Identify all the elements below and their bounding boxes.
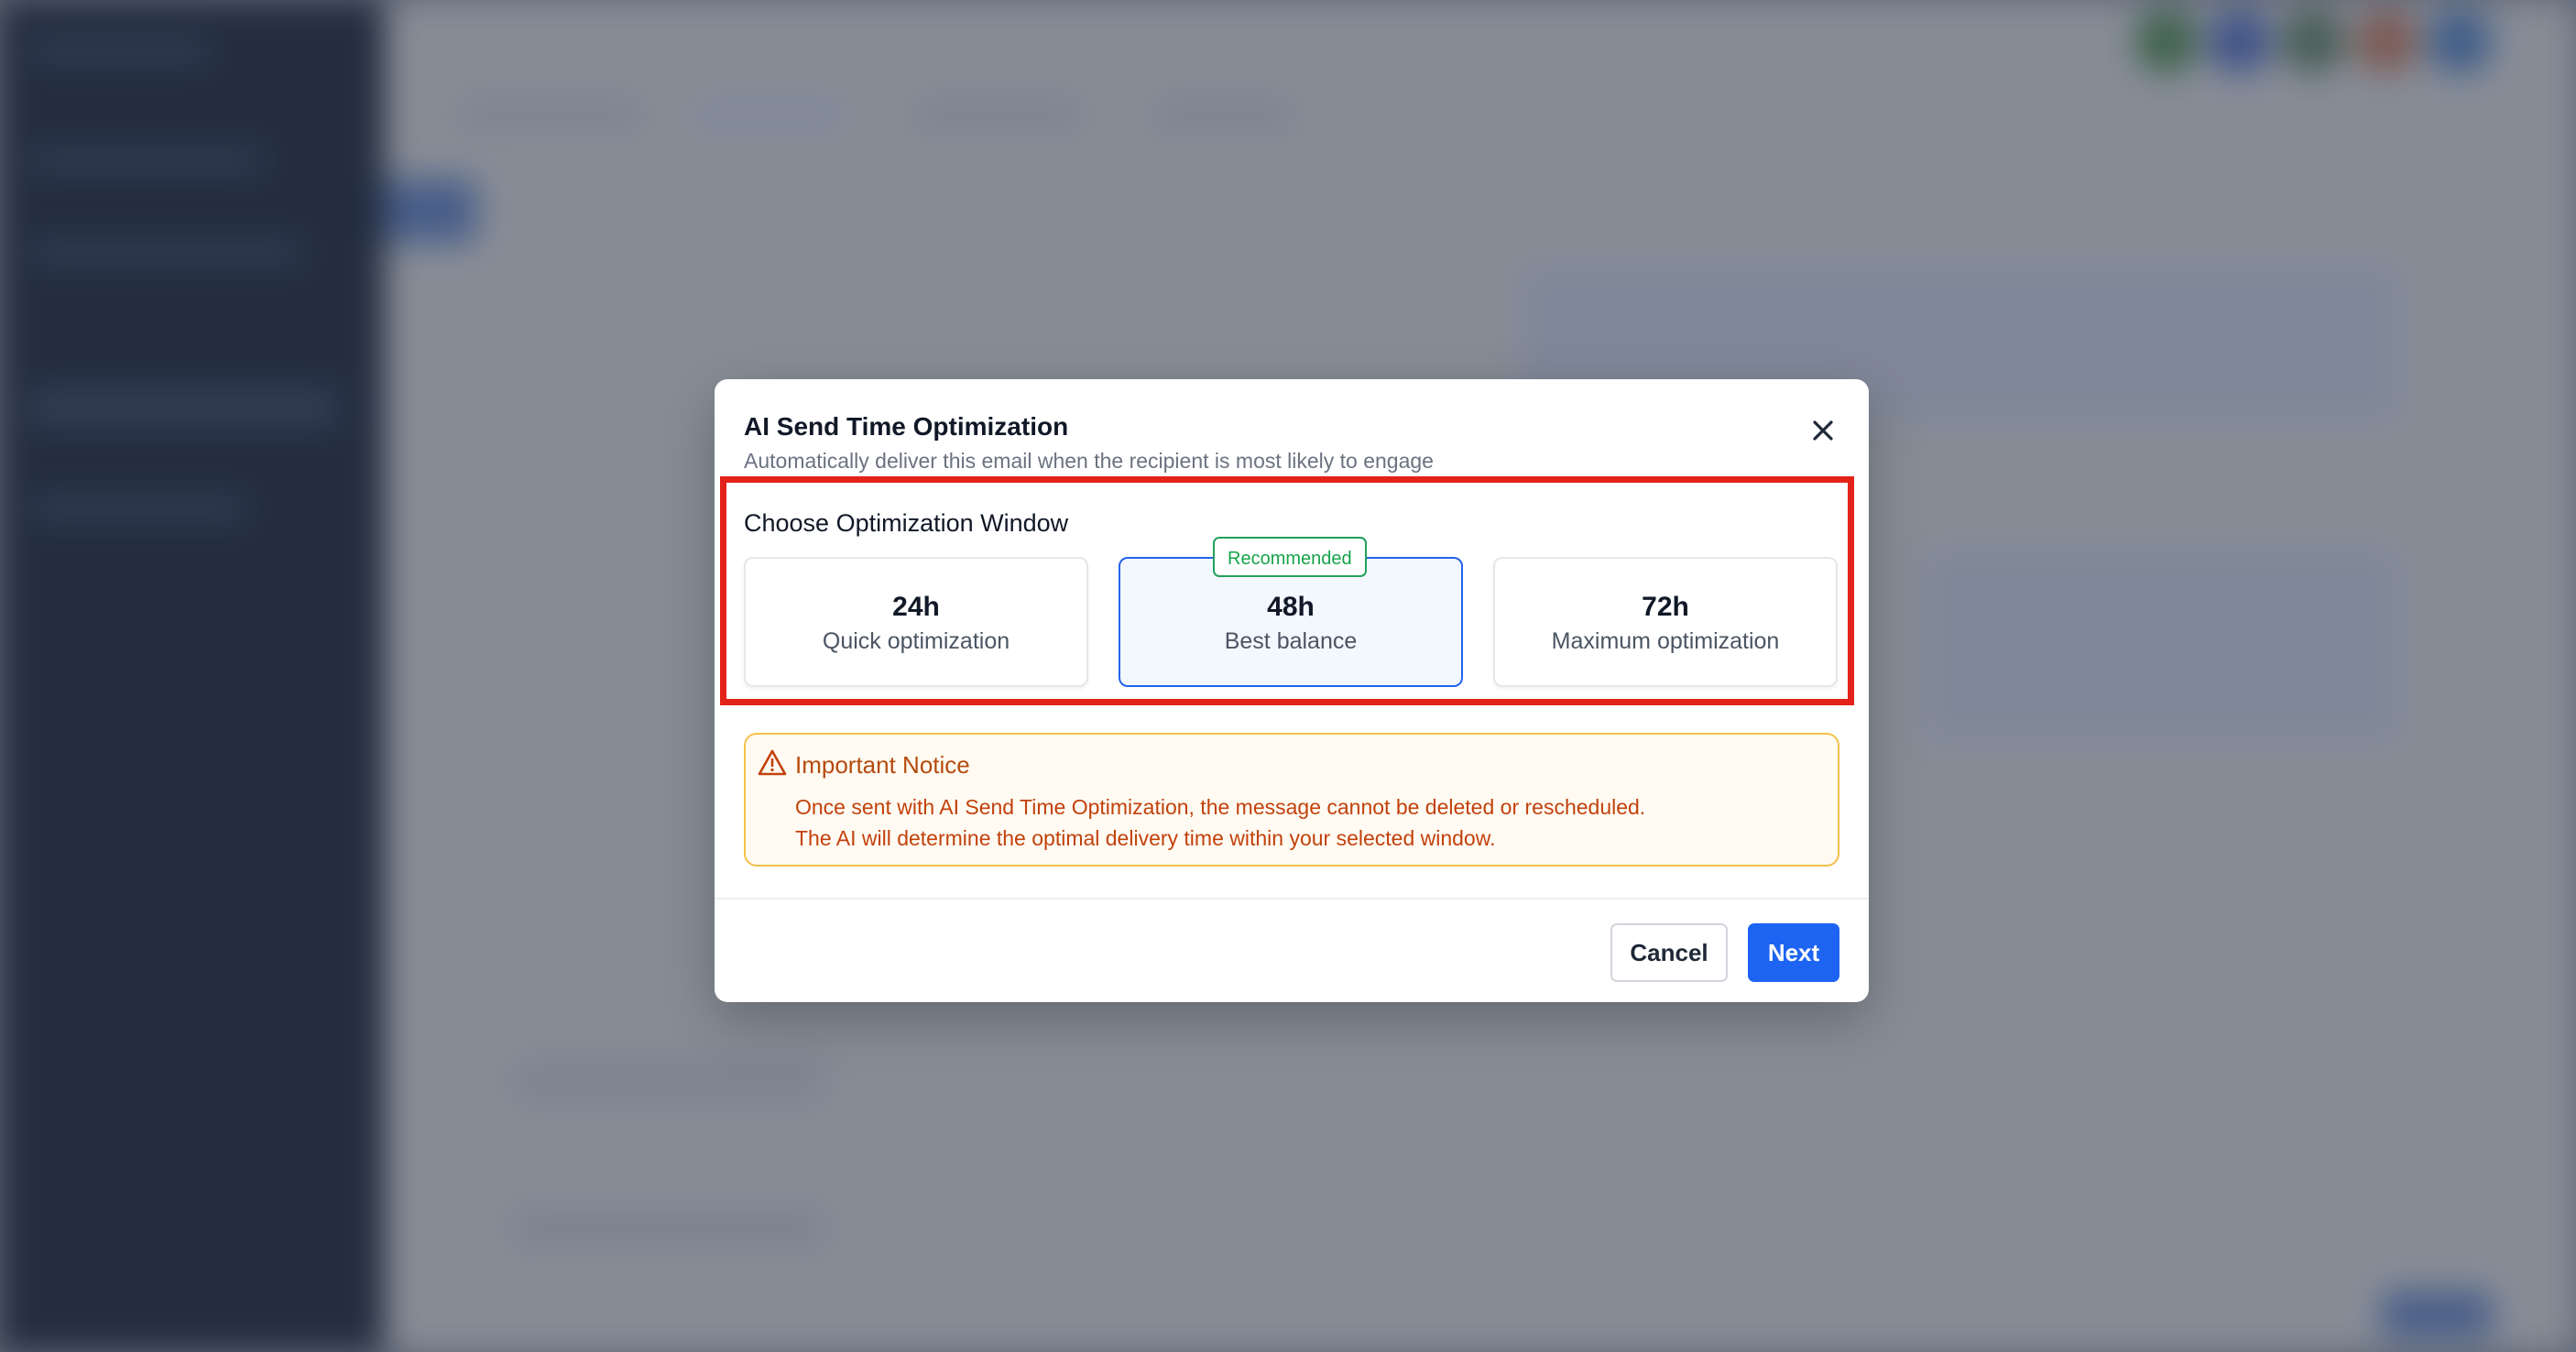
option-24h[interactable]: 24h Quick optimization <box>744 557 1088 687</box>
notice-title: Important Notice <box>795 751 970 779</box>
cancel-button[interactable]: Cancel <box>1610 923 1728 982</box>
section-label: Choose Optimization Window <box>744 509 1069 537</box>
notice-line: The AI will determine the optimal delive… <box>795 826 1496 850</box>
option-description: Best balance <box>1224 628 1358 654</box>
option-description: Maximum optimization <box>1551 628 1780 654</box>
modal-title: AI Send Time Optimization <box>744 412 1069 441</box>
option-hours: 24h <box>892 592 940 622</box>
recommended-badge: Recommended <box>1213 537 1367 577</box>
option-hours: 72h <box>1642 592 1689 622</box>
option-72h[interactable]: 72h Maximum optimization <box>1493 557 1838 687</box>
important-notice: Important Notice Once sent with AI Send … <box>744 733 1839 867</box>
next-button[interactable]: Next <box>1748 923 1839 982</box>
footer-divider <box>715 898 1869 900</box>
option-description: Quick optimization <box>822 628 1010 654</box>
notice-line: Once sent with AI Send Time Optimization… <box>795 795 1646 819</box>
close-icon <box>1813 420 1833 441</box>
send-time-optimization-modal: AI Send Time Optimization Automatically … <box>715 379 1869 1002</box>
warning-triangle-icon <box>758 749 787 776</box>
option-hours: 48h <box>1267 592 1315 622</box>
close-button[interactable] <box>1803 410 1843 451</box>
modal-subtitle: Automatically deliver this email when th… <box>744 449 1434 473</box>
